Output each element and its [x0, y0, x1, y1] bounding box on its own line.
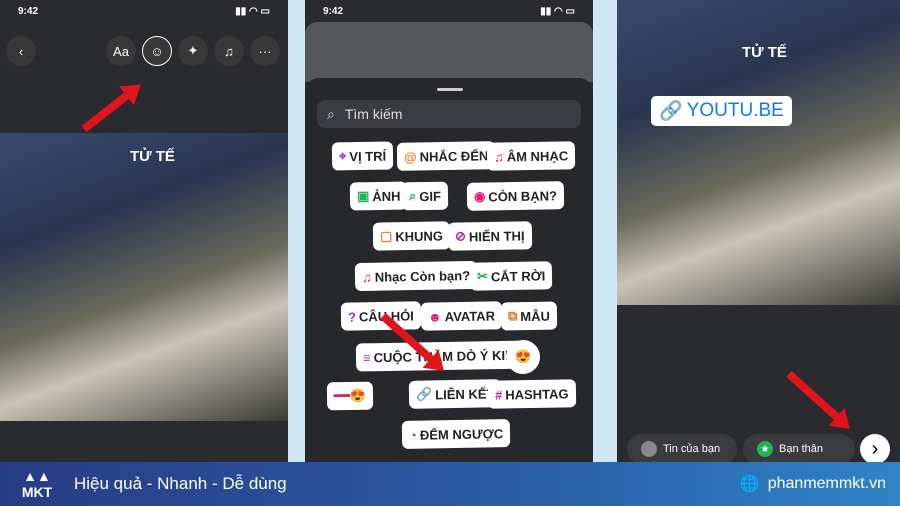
sticker-emoji-slider[interactable]: ━━😍 [326, 381, 374, 411]
brand-footer: ▲▲ MKT Hiệu quả - Nhanh - Dễ dùng 🌐 phanme… [0, 462, 900, 506]
text-button[interactable]: Aa [106, 36, 136, 66]
sticker-eye-off[interactable]: ⊘ HIỂN THỊ [447, 221, 532, 251]
hashtag-icon: # [494, 387, 503, 403]
link-sticker-text: YOUTU.BE [686, 100, 784, 121]
sticker-label: LIÊN KẾT [435, 385, 495, 402]
sticker-label: ÂM NHẠC [506, 147, 569, 164]
status-bar: 9:42 ▮▮ ◠ ▭ [323, 6, 575, 17]
phone-screen-stickers: 9:42 ▮▮ ◠ ▭ ⌕ Tìm kiếm ⌖ VỊ TRÍ @ NHẮC ĐẾN ♫ ÂM… [305, 0, 593, 462]
search-icon: ⌕ [408, 188, 417, 204]
image-icon: ▣ [356, 188, 370, 204]
sticker-icon: ☺ [150, 43, 164, 59]
sticker-label: ẢNH [372, 188, 401, 204]
avatar [641, 441, 657, 457]
scissors-icon: ✂ [476, 268, 489, 284]
sticker-hashtag[interactable]: # HASHTAG [487, 379, 576, 409]
sticker-label: AVATAR [444, 307, 496, 324]
sticker-label: KHUNG [395, 227, 444, 244]
sticker-template[interactable]: ⧉ MẪU [500, 301, 558, 331]
effects-button[interactable]: ✦ [178, 36, 208, 66]
sticker-camera[interactable]: ◉ CÒN BẠN? [466, 181, 565, 211]
music-icon: ♫ [493, 148, 504, 165]
sticker-label: GIF [419, 188, 442, 204]
status-bar: 9:42 ▮▮ ◠ ▭ [18, 6, 270, 17]
website-text: phanmemmkt.vn [767, 475, 886, 492]
frame-icon: ▢ [379, 228, 393, 244]
sticker-label: Nhạc Còn bạn? [374, 267, 471, 285]
sticker-label: HIỂN THỊ [468, 227, 525, 244]
close-friends-label: Bạn thân [779, 443, 824, 455]
your-story-label: Tin của bạn [663, 443, 721, 455]
search-placeholder: Tìm kiếm [344, 106, 403, 122]
mention-icon: @ [403, 149, 417, 165]
countdown-icon: ◔ [408, 427, 417, 443]
dimmed-photo [305, 22, 593, 82]
search-icon: ⌕ [327, 105, 335, 122]
sticker-avatar[interactable]: ☻ AVATAR [420, 301, 503, 331]
sticker-label: VỊ TRÍ [349, 148, 387, 164]
template-icon: ⧉ [507, 308, 518, 324]
status-time: 9:42 [323, 6, 344, 17]
link-sticker[interactable]: 🔗 YOUTU.BE [651, 96, 792, 126]
tagline: Hiệu quả - Nhanh - Dễ dùng [74, 474, 287, 493]
globe-icon: 🌐 [739, 476, 760, 493]
sticker-label: ĐẾM NGƯỢC [419, 425, 504, 443]
your-story-button[interactable]: Tin của bạn [627, 434, 737, 462]
sticker-search[interactable]: ⌕ GIF [401, 181, 449, 211]
sticker-image[interactable]: ▣ ẢNH [349, 181, 408, 211]
poll-icon: ≡ [362, 349, 371, 365]
sticker-mention[interactable]: @ NHẮC ĐẾN [396, 141, 496, 171]
logo-icon: ▲▲ [23, 468, 51, 484]
sticker-music-plus[interactable]: ♫ Nhạc Còn bạn? [354, 260, 478, 292]
more-button[interactable]: ··· [250, 36, 280, 66]
red-arrow-annotation [81, 88, 134, 133]
sticker-question[interactable]: ? CÂU HỎI [340, 301, 422, 331]
sticker-label: MẪU [520, 308, 551, 324]
star-icon: ★ [757, 441, 773, 457]
photo-sign: TỬ TẾ [742, 44, 787, 61]
emoji-heart-eyes-icon: 😍 [514, 348, 532, 365]
logo-text: MKT [21, 484, 53, 500]
status-icons: ▮▮ ◠ ▭ [235, 6, 270, 17]
sticker-label: HASHTAG [505, 385, 569, 402]
camera-icon: ◉ [473, 188, 486, 204]
mkt-logo: ▲▲ MKT [14, 468, 60, 500]
link-icon: 🔗 [415, 386, 433, 402]
status-time: 9:42 [18, 6, 39, 17]
eye-off-icon: ⊘ [454, 228, 467, 244]
sticker-countdown[interactable]: ◔ ĐẾM NGƯỢC [401, 419, 511, 449]
sticker-search-input[interactable]: ⌕ Tìm kiếm [317, 100, 581, 128]
story-photo: TỬ TẾ [617, 0, 900, 305]
sticker-label: CÒN BẠN? [488, 187, 558, 204]
phone-screen-link-sticker: TỬ TẾ 🔗 YOUTU.BE Tin của bạn ★ Bạn thân › [617, 0, 900, 462]
link-icon: 🔗 [659, 101, 683, 122]
sticker-button[interactable]: ☺ [142, 36, 172, 66]
back-button[interactable]: ‹ [6, 36, 36, 66]
phone-screen-editor: 9:42 ▮▮ ◠ ▭ TỬ TẾ ‹ Aa ☺ ✦ ♫ ··· [0, 0, 288, 462]
status-icons: ▮▮ ◠ ▭ [540, 6, 575, 17]
sticker-label: NHẮC ĐẾN [419, 147, 489, 164]
sticker-frame[interactable]: ▢ KHUNG [372, 221, 451, 251]
sticker-scissors[interactable]: ✂ CẮT RỜI [469, 261, 553, 291]
location-icon: ⌖ [338, 148, 347, 164]
music-button[interactable]: ♫ [214, 36, 244, 66]
emoji-slider-icon: ━━😍 [333, 387, 366, 404]
red-arrow-annotation [786, 371, 844, 424]
website-link[interactable]: 🌐 phanmemmkt.vn [740, 474, 886, 494]
close-friends-button[interactable]: ★ Bạn thân [743, 434, 855, 462]
story-photo: TỬ TẾ [0, 133, 288, 421]
sticker-music[interactable]: ♫ ÂM NHẠC [486, 141, 576, 171]
avatar-icon: ☻ [427, 308, 442, 325]
photo-sign: TỬ TẾ [130, 148, 175, 165]
next-button[interactable]: › [860, 434, 890, 462]
question-icon: ? [347, 308, 357, 325]
sticker-location[interactable]: ⌖ VỊ TRÍ [331, 141, 394, 171]
drag-handle[interactable] [437, 88, 463, 91]
sticker-label: CẮT RỜI [490, 267, 546, 284]
music-plus-icon: ♫ [361, 269, 372, 285]
